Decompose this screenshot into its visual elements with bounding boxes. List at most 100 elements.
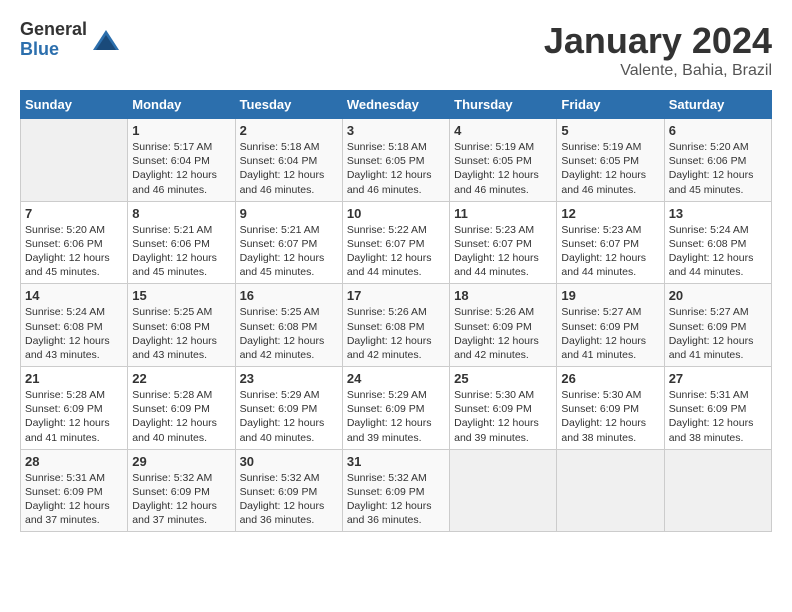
- calendar-cell: 29 Sunrise: 5:32 AMSunset: 6:09 PMDayligh…: [128, 449, 235, 532]
- day-number: 28: [25, 454, 123, 469]
- title-section: January 2024 Valente, Bahia, Brazil: [544, 20, 772, 80]
- day-number: 1: [132, 123, 230, 138]
- header-day: Sunday: [21, 91, 128, 119]
- day-info: Sunrise: 5:30 AMSunset: 6:09 PMDaylight:…: [561, 388, 659, 445]
- calendar-cell: 14 Sunrise: 5:24 AMSunset: 6:08 PMDayligh…: [21, 284, 128, 367]
- calendar-cell: 31 Sunrise: 5:32 AMSunset: 6:09 PMDayligh…: [342, 449, 449, 532]
- calendar-body: 1 Sunrise: 5:17 AMSunset: 6:04 PMDaylight…: [21, 119, 772, 532]
- calendar-cell: [557, 449, 664, 532]
- day-number: 5: [561, 123, 659, 138]
- calendar-week-row: 28 Sunrise: 5:31 AMSunset: 6:09 PMDayligh…: [21, 449, 772, 532]
- calendar-week-row: 1 Sunrise: 5:17 AMSunset: 6:04 PMDaylight…: [21, 119, 772, 202]
- day-info: Sunrise: 5:18 AMSunset: 6:05 PMDaylight:…: [347, 140, 445, 197]
- day-number: 14: [25, 288, 123, 303]
- calendar-cell: 17Sunrise: 5:26 AMSunset: 6:08 PMDayligh…: [342, 284, 449, 367]
- day-number: 23: [240, 371, 338, 386]
- day-number: 24: [347, 371, 445, 386]
- day-number: 20: [669, 288, 767, 303]
- day-info: Sunrise: 5:17 AMSunset: 6:04 PMDaylight:…: [132, 140, 230, 197]
- calendar-cell: 10 Sunrise: 5:22 AMSunset: 6:07 PMDayligh…: [342, 201, 449, 284]
- day-number: 9: [240, 206, 338, 221]
- header-day: Wednesday: [342, 91, 449, 119]
- calendar-cell: 16 Sunrise: 5:25 AMSunset: 6:08 PMDayligh…: [235, 284, 342, 367]
- day-number: 19: [561, 288, 659, 303]
- day-info: Sunrise: 5:24 AMSunset: 6:08 PMDaylight:…: [25, 305, 123, 362]
- calendar-cell: 11Sunrise: 5:23 AMSunset: 6:07 PMDayligh…: [450, 201, 557, 284]
- logo: General Blue: [20, 20, 121, 60]
- calendar-cell: 13Sunrise: 5:24 AMSunset: 6:08 PMDayligh…: [664, 201, 771, 284]
- calendar-cell: 25Sunrise: 5:30 AMSunset: 6:09 PMDayligh…: [450, 367, 557, 450]
- header-day: Saturday: [664, 91, 771, 119]
- day-info: Sunrise: 5:19 AMSunset: 6:05 PMDaylight:…: [561, 140, 659, 197]
- calendar-cell: 30Sunrise: 5:32 AMSunset: 6:09 PMDayligh…: [235, 449, 342, 532]
- calendar-cell: 22 Sunrise: 5:28 AMSunset: 6:09 PMDayligh…: [128, 367, 235, 450]
- day-number: 29: [132, 454, 230, 469]
- calendar-cell: 19 Sunrise: 5:27 AMSunset: 6:09 PMDayligh…: [557, 284, 664, 367]
- day-number: 17: [347, 288, 445, 303]
- day-number: 4: [454, 123, 552, 138]
- day-info: Sunrise: 5:26 AMSunset: 6:09 PMDaylight:…: [454, 305, 552, 362]
- location: Valente, Bahia, Brazil: [544, 62, 772, 80]
- day-info: Sunrise: 5:32 AMSunset: 6:09 PMDaylight:…: [132, 471, 230, 528]
- day-number: 11: [454, 206, 552, 221]
- calendar-table: SundayMondayTuesdayWednesdayThursdayFrid…: [20, 90, 772, 532]
- logo-blue: Blue: [20, 40, 87, 60]
- calendar-week-row: 7Sunrise: 5:20 AMSunset: 6:06 PMDaylight…: [21, 201, 772, 284]
- day-number: 7: [25, 206, 123, 221]
- day-info: Sunrise: 5:21 AMSunset: 6:07 PMDaylight:…: [240, 223, 338, 280]
- header-day: Monday: [128, 91, 235, 119]
- calendar-cell: 18 Sunrise: 5:26 AMSunset: 6:09 PMDayligh…: [450, 284, 557, 367]
- day-info: Sunrise: 5:32 AMSunset: 6:09 PMDaylight:…: [347, 471, 445, 528]
- day-number: 27: [669, 371, 767, 386]
- day-info: Sunrise: 5:21 AMSunset: 6:06 PMDaylight:…: [132, 223, 230, 280]
- calendar-cell: 4 Sunrise: 5:19 AMSunset: 6:05 PMDaylight…: [450, 119, 557, 202]
- day-number: 3: [347, 123, 445, 138]
- logo-icon: [91, 25, 121, 55]
- day-info: Sunrise: 5:29 AMSunset: 6:09 PMDaylight:…: [347, 388, 445, 445]
- header-day: Friday: [557, 91, 664, 119]
- calendar-cell: 6Sunrise: 5:20 AMSunset: 6:06 PMDaylight…: [664, 119, 771, 202]
- day-info: Sunrise: 5:18 AMSunset: 6:04 PMDaylight:…: [240, 140, 338, 197]
- day-info: Sunrise: 5:24 AMSunset: 6:08 PMDaylight:…: [669, 223, 767, 280]
- day-info: Sunrise: 5:25 AMSunset: 6:08 PMDaylight:…: [240, 305, 338, 362]
- calendar-cell: 2Sunrise: 5:18 AMSunset: 6:04 PMDaylight…: [235, 119, 342, 202]
- calendar-cell: 20 Sunrise: 5:27 AMSunset: 6:09 PMDayligh…: [664, 284, 771, 367]
- calendar-cell: 27 Sunrise: 5:31 AMSunset: 6:09 PMDayligh…: [664, 367, 771, 450]
- calendar-cell: 28 Sunrise: 5:31 AMSunset: 6:09 PMDayligh…: [21, 449, 128, 532]
- day-number: 16: [240, 288, 338, 303]
- day-number: 22: [132, 371, 230, 386]
- day-info: Sunrise: 5:28 AMSunset: 6:09 PMDaylight:…: [132, 388, 230, 445]
- day-info: Sunrise: 5:31 AMSunset: 6:09 PMDaylight:…: [669, 388, 767, 445]
- day-number: 8: [132, 206, 230, 221]
- day-info: Sunrise: 5:19 AMSunset: 6:05 PMDaylight:…: [454, 140, 552, 197]
- calendar-cell: 5 Sunrise: 5:19 AMSunset: 6:05 PMDaylight…: [557, 119, 664, 202]
- month-title: January 2024: [544, 20, 772, 62]
- day-info: Sunrise: 5:22 AMSunset: 6:07 PMDaylight:…: [347, 223, 445, 280]
- calendar-cell: 3 Sunrise: 5:18 AMSunset: 6:05 PMDaylight…: [342, 119, 449, 202]
- calendar-cell: [450, 449, 557, 532]
- day-info: Sunrise: 5:27 AMSunset: 6:09 PMDaylight:…: [561, 305, 659, 362]
- calendar-cell: [664, 449, 771, 532]
- day-info: Sunrise: 5:25 AMSunset: 6:08 PMDaylight:…: [132, 305, 230, 362]
- calendar-week-row: 14 Sunrise: 5:24 AMSunset: 6:08 PMDayligh…: [21, 284, 772, 367]
- calendar-cell: 7Sunrise: 5:20 AMSunset: 6:06 PMDaylight…: [21, 201, 128, 284]
- calendar-week-row: 21Sunrise: 5:28 AMSunset: 6:09 PMDayligh…: [21, 367, 772, 450]
- calendar-header: SundayMondayTuesdayWednesdayThursdayFrid…: [21, 91, 772, 119]
- calendar-cell: 1 Sunrise: 5:17 AMSunset: 6:04 PMDaylight…: [128, 119, 235, 202]
- calendar-cell: 12Sunrise: 5:23 AMSunset: 6:07 PMDayligh…: [557, 201, 664, 284]
- day-info: Sunrise: 5:23 AMSunset: 6:07 PMDaylight:…: [561, 223, 659, 280]
- calendar-cell: 24 Sunrise: 5:29 AMSunset: 6:09 PMDayligh…: [342, 367, 449, 450]
- day-number: 30: [240, 454, 338, 469]
- day-number: 25: [454, 371, 552, 386]
- page-header: General Blue January 2024 Valente, Bahia…: [20, 20, 772, 80]
- header-day: Thursday: [450, 91, 557, 119]
- day-number: 15: [132, 288, 230, 303]
- calendar-cell: 26Sunrise: 5:30 AMSunset: 6:09 PMDayligh…: [557, 367, 664, 450]
- day-info: Sunrise: 5:27 AMSunset: 6:09 PMDaylight:…: [669, 305, 767, 362]
- calendar-cell: 15 Sunrise: 5:25 AMSunset: 6:08 PMDayligh…: [128, 284, 235, 367]
- day-number: 31: [347, 454, 445, 469]
- calendar-cell: 8 Sunrise: 5:21 AMSunset: 6:06 PMDaylight…: [128, 201, 235, 284]
- day-number: 18: [454, 288, 552, 303]
- day-info: Sunrise: 5:31 AMSunset: 6:09 PMDaylight:…: [25, 471, 123, 528]
- day-number: 10: [347, 206, 445, 221]
